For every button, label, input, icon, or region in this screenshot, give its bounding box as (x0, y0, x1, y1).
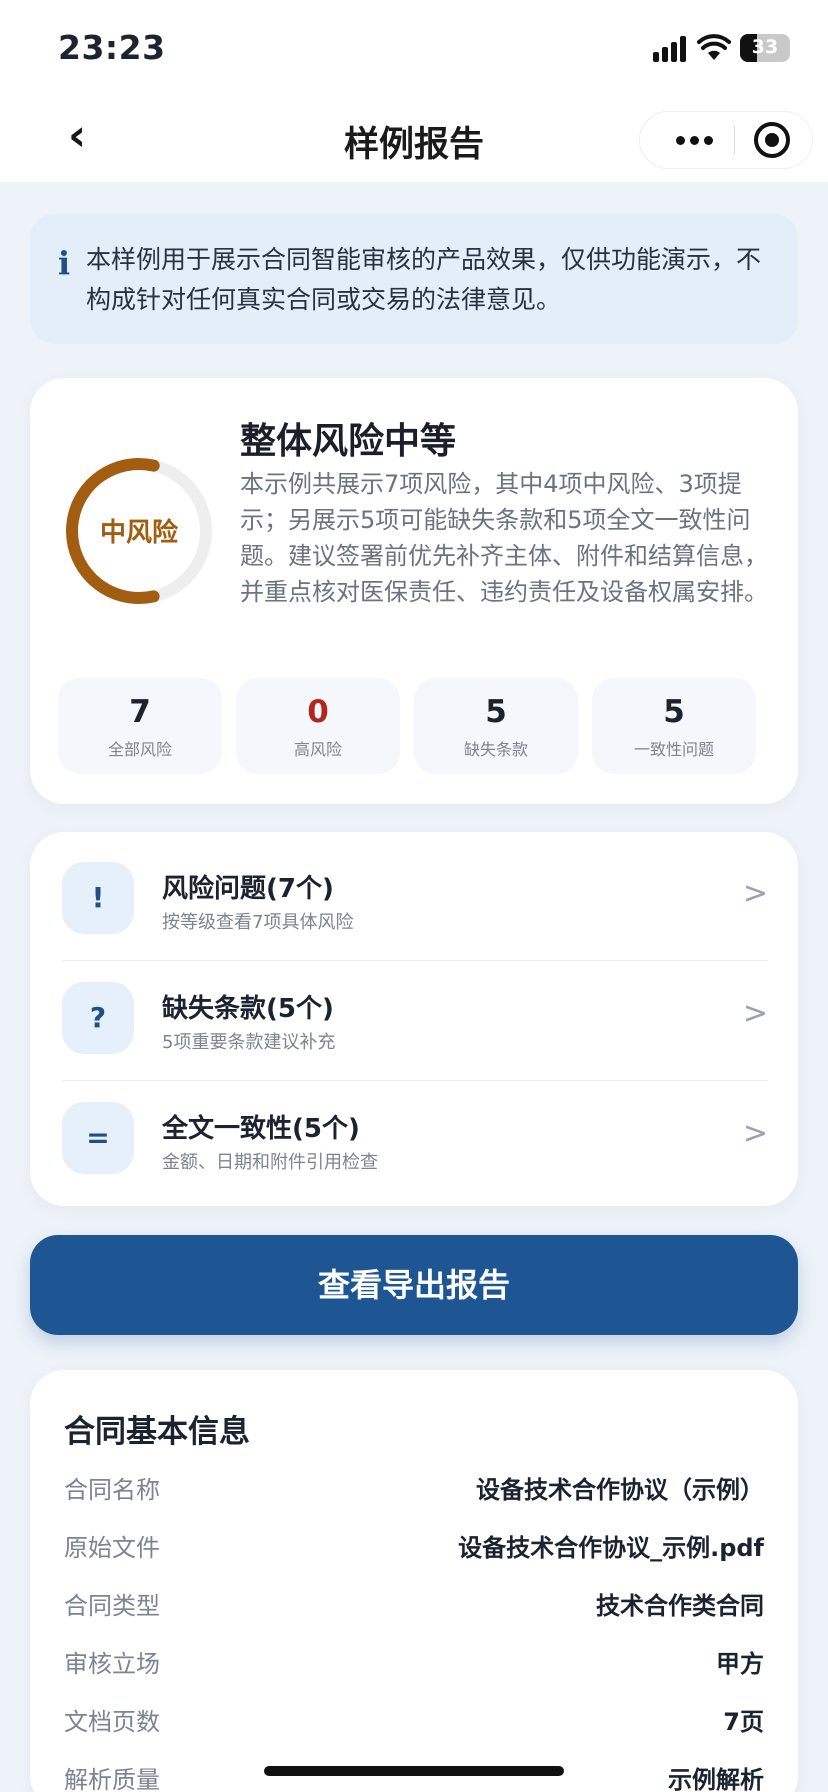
menu-item-consistency[interactable]: = 全文一致性(5个) 金额、日期和附件引用检查 > (30, 1072, 798, 1192)
stat-all-risks[interactable]: 7 全部风险 (58, 678, 222, 774)
info-row-review-stance: 审核立场 甲方 (64, 1644, 764, 1684)
battery-icon: 33 (740, 34, 790, 62)
wifi-icon (697, 34, 731, 60)
contract-info-card: 合同基本信息 合同名称 设备技术合作协议（示例） 原始文件 设备技术合作协议_示… (30, 1370, 798, 1792)
info-value: 技术合作类合同 (596, 1592, 764, 1620)
info-row-contract-name: 合同名称 设备技术合作协议（示例） (64, 1470, 764, 1510)
info-key: 解析质量 (64, 1766, 160, 1792)
info-row-contract-type: 合同类型 技术合作类合同 (64, 1586, 764, 1626)
stat-consistency-issues[interactable]: 5 一致性问题 (592, 678, 756, 774)
menu-item-title: 全文一致性(5个) (162, 1114, 360, 1144)
overall-risk-headline: 整体风险中等 (240, 421, 457, 462)
info-icon: i (58, 244, 71, 282)
nav-bar: ‹ 样例报告 (0, 96, 828, 182)
info-value: 设备技术合作协议_示例.pdf (458, 1534, 764, 1562)
menu-item-risk-issues[interactable]: ! 风险问题(7个) 按等级查看7项具体风险 > (30, 832, 798, 952)
stat-value: 7 (129, 694, 151, 730)
stat-high-risk[interactable]: 0 高风险 (236, 678, 400, 774)
section-title: 合同基本信息 (64, 1414, 250, 1450)
equals-icon: = (62, 1102, 134, 1174)
info-key: 合同名称 (64, 1476, 160, 1504)
info-key: 审核立场 (64, 1650, 160, 1678)
home-indicator[interactable] (264, 1766, 564, 1776)
menu-item-title: 缺失条款(5个) (162, 994, 334, 1024)
stat-value: 5 (485, 694, 507, 730)
capsule-divider (734, 126, 735, 154)
risk-level-badge: 中风险 (99, 518, 178, 548)
mini-program-capsule (640, 112, 812, 168)
issue-categories-card: ! 风险问题(7个) 按等级查看7项具体风险 > ? 缺失条款(5个) 5项重要… (30, 832, 798, 1206)
close-target-button[interactable] (754, 122, 790, 158)
info-row-page-count: 文档页数 7页 (64, 1702, 764, 1742)
stat-label: 缺失条款 (463, 740, 528, 759)
stat-label: 全部风险 (107, 740, 172, 759)
disclaimer-banner: i 本样例用于展示合同智能审核的产品效果，仅供功能演示，不构成针对任何真实合同或… (30, 214, 798, 344)
menu-item-subtitle: 按等级查看7项具体风险 (162, 912, 354, 933)
stat-label: 高风险 (293, 740, 342, 759)
cellular-signal-icon (653, 36, 689, 62)
info-row-parse-quality: 解析质量 示例解析 (64, 1760, 764, 1792)
question-icon: ? (62, 982, 134, 1054)
risk-summary-card: 中风险 整体风险中等 本示例共展示7项风险，其中4项中风险、3项提示；另展示5项… (30, 378, 798, 804)
disclaimer-text: 本样例用于展示合同智能审核的产品效果，仅供功能演示，不构成针对任何真实合同或交易… (86, 245, 762, 314)
chevron-right-icon: > (742, 876, 768, 911)
stat-value: 5 (663, 694, 685, 730)
menu-item-title: 风险问题(7个) (162, 874, 334, 904)
more-options-button[interactable] (662, 112, 726, 168)
status-bar: 23:23 33 (0, 0, 828, 96)
info-value: 设备技术合作协议（示例） (476, 1476, 764, 1504)
stat-value: 0 (307, 694, 329, 730)
menu-item-missing-clauses[interactable]: ? 缺失条款(5个) 5项重要条款建议补充 > (30, 952, 798, 1072)
info-key: 文档页数 (64, 1708, 160, 1736)
info-value: 甲方 (716, 1650, 764, 1678)
menu-item-subtitle: 金额、日期和附件引用检查 (162, 1152, 378, 1173)
chevron-right-icon: > (742, 1116, 768, 1151)
menu-item-subtitle: 5项重要条款建议补充 (162, 1032, 336, 1053)
info-key: 合同类型 (64, 1592, 160, 1620)
alert-icon: ! (62, 862, 134, 934)
status-time: 23:23 (58, 28, 166, 67)
chevron-right-icon: > (742, 996, 768, 1031)
risk-description: 本示例共展示7项风险，其中4项中风险、3项提示；另展示5项可能缺失条款和5项全文… (240, 470, 768, 606)
info-value: 示例解析 (668, 1766, 764, 1792)
stat-missing-clauses[interactable]: 5 缺失条款 (414, 678, 578, 774)
battery-level: 33 (751, 36, 779, 58)
info-row-source-file: 原始文件 设备技术合作协议_示例.pdf (64, 1528, 764, 1568)
info-value: 7页 (723, 1708, 764, 1736)
view-export-report-button[interactable]: 查看导出报告 (30, 1235, 798, 1335)
info-key: 原始文件 (64, 1534, 160, 1562)
stat-label: 一致性问题 (633, 740, 714, 759)
